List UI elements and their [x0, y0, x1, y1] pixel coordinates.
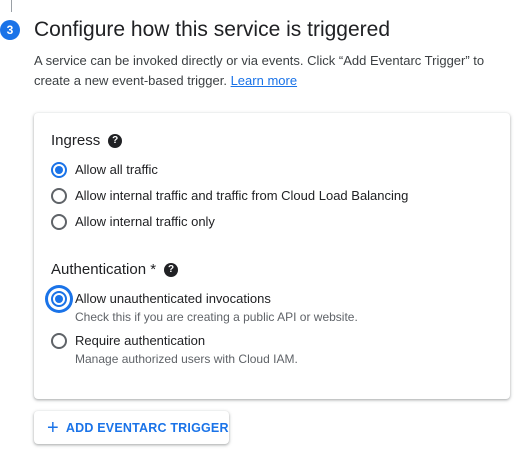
help-icon[interactable]: ? — [164, 263, 179, 277]
section-description: A service can be invoked directly or via… — [34, 51, 504, 91]
radio-button[interactable] — [51, 188, 67, 204]
plus-icon: + — [47, 416, 59, 439]
authentication-heading: Authentication * ? — [51, 260, 179, 280]
auth-option-unauthenticated[interactable]: Allow unauthenticated invocations Check … — [51, 290, 358, 326]
add-eventarc-trigger-button[interactable]: + ADD EVENTARC TRIGGER — [34, 411, 229, 444]
radio-label: Allow all traffic — [75, 162, 158, 177]
step-connector-line — [11, 0, 12, 12]
trigger-config-panel: 3 Configure how this service is triggere… — [0, 0, 521, 452]
radio-helper-text: Manage authorized users with Cloud IAM. — [75, 352, 298, 366]
radio-label: Require authentication — [75, 333, 206, 348]
radio-label: Allow internal traffic and traffic from … — [75, 188, 409, 203]
section-heading: Configure how this service is triggered — [34, 18, 390, 41]
ingress-option-internal-only[interactable]: Allow internal traffic only — [51, 213, 215, 231]
add-trigger-label: ADD EVENTARC TRIGGER — [65, 420, 229, 435]
radio-button[interactable] — [51, 214, 67, 230]
step-number-badge: 3 — [0, 20, 20, 40]
auth-option-require[interactable]: Require authentication Manage authorized… — [51, 332, 298, 368]
ingress-heading: Ingress ? — [51, 131, 123, 151]
radio-helper-text: Check this if you are creating a public … — [75, 310, 358, 324]
learn-more-link[interactable]: Learn more — [231, 73, 297, 88]
radio-label: Allow internal traffic only — [75, 214, 215, 229]
ingress-option-internal-and-lb[interactable]: Allow internal traffic and traffic from … — [51, 187, 408, 205]
radio-button[interactable] — [51, 291, 67, 307]
trigger-settings-card: Ingress ? Allow all traffic Allow intern… — [34, 113, 510, 399]
authentication-title: Authentication * — [51, 261, 157, 278]
ingress-title: Ingress — [51, 132, 101, 149]
help-icon[interactable]: ? — [108, 134, 123, 148]
ingress-option-all[interactable]: Allow all traffic — [51, 161, 158, 179]
radio-label: Allow unauthenticated invocations — [75, 291, 271, 306]
radio-button[interactable] — [51, 333, 67, 349]
radio-button[interactable] — [51, 162, 67, 178]
